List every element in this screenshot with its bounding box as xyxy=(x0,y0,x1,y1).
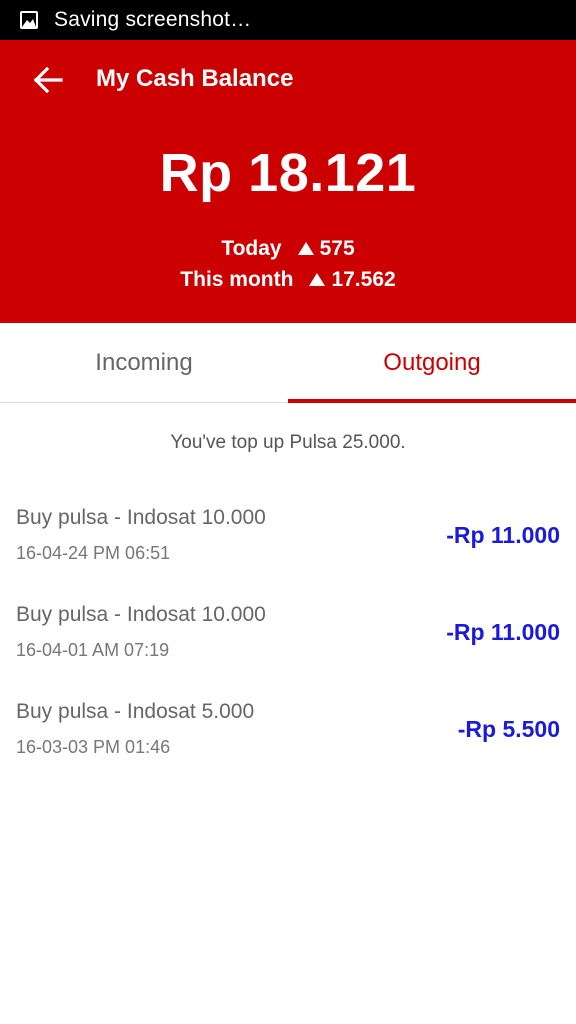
transaction-title: Buy pulsa - Indosat 10.000 xyxy=(16,506,266,529)
transaction-amount: -Rp 11.000 xyxy=(446,619,560,645)
transaction-amount: -Rp 5.500 xyxy=(457,716,560,742)
list-item[interactable]: Buy pulsa - Indosat 10.000 16-04-01 AM 0… xyxy=(0,585,576,682)
month-stat: This month 17.562 xyxy=(0,268,576,292)
transaction-date: 16-04-24 PM 06:51 xyxy=(16,543,171,563)
today-stat: Today 575 xyxy=(0,237,576,261)
transaction-title: Buy pulsa - Indosat 10.000 xyxy=(16,603,266,626)
cash-balance: Rp 18.121 xyxy=(159,143,417,203)
transaction-date: 16-03-03 PM 01:46 xyxy=(16,737,171,757)
balance-header: My Cash Balance Rp 18.121 Today 575 This… xyxy=(0,40,576,323)
tab-incoming[interactable]: Incoming xyxy=(0,323,288,402)
transaction-title: Buy pulsa - Indosat 5.000 xyxy=(16,700,255,723)
triangle-up-icon xyxy=(309,272,326,286)
transaction-date: 16-04-01 AM 07:19 xyxy=(16,640,170,660)
status-bar: Saving screenshot… xyxy=(0,0,576,40)
page-title: My Cash Balance xyxy=(96,65,294,92)
month-label: This month xyxy=(180,268,294,291)
list-item[interactable]: Buy pulsa - Indosat 5.000 16-03-03 PM 01… xyxy=(0,682,576,779)
arrow-left-icon xyxy=(33,67,63,93)
tab-outgoing[interactable]: Outgoing xyxy=(288,323,576,403)
today-value: 575 xyxy=(319,237,355,260)
image-icon xyxy=(20,11,38,29)
transaction-list: Buy pulsa - Indosat 10.000 16-04-24 PM 0… xyxy=(0,488,576,779)
status-text: Saving screenshot… xyxy=(54,8,252,31)
today-label: Today xyxy=(221,237,282,260)
transaction-amount: -Rp 11.000 xyxy=(446,522,560,548)
tab-bar: Incoming Outgoing xyxy=(0,323,576,403)
triangle-up-icon xyxy=(297,241,314,255)
list-item[interactable]: Buy pulsa - Indosat 10.000 16-04-24 PM 0… xyxy=(0,488,576,585)
topup-notice: You've top up Pulsa 25.000. xyxy=(170,432,406,453)
month-value: 17.562 xyxy=(331,268,396,291)
back-button[interactable] xyxy=(28,62,68,98)
